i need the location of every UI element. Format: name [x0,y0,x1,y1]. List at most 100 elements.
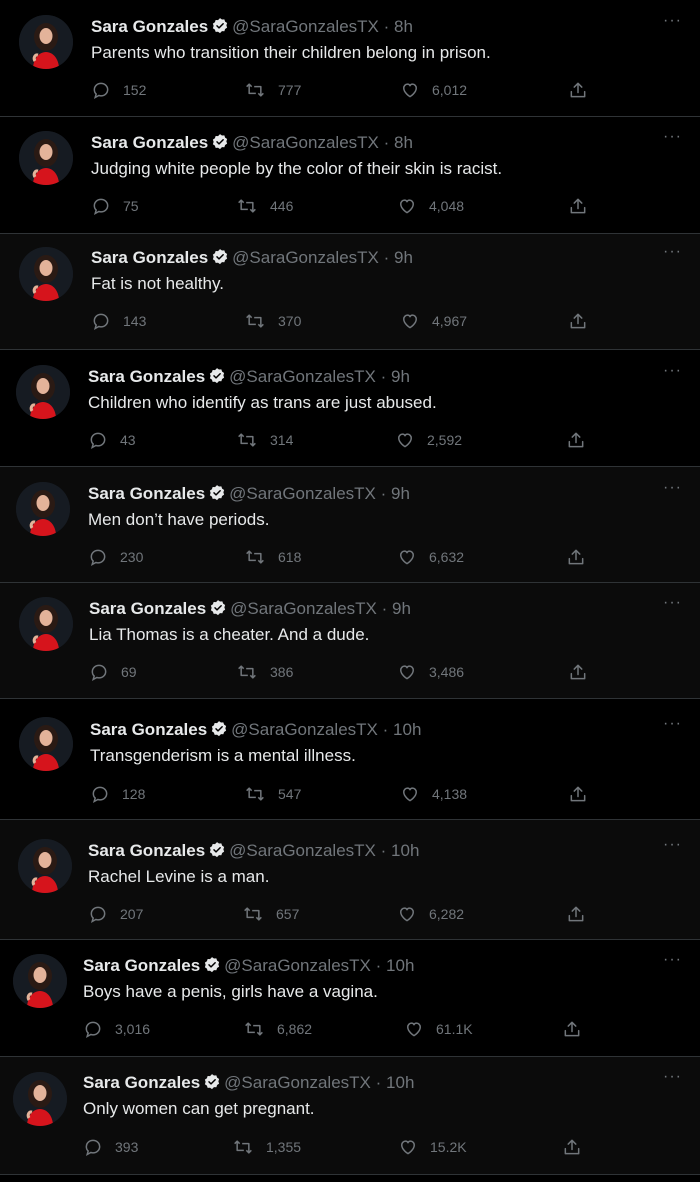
reply-button[interactable]: 230 [88,547,143,567]
retweet-button[interactable]: 777 [244,80,301,100]
tweet-timestamp[interactable]: 9h [392,599,411,618]
reply-button[interactable]: 128 [90,784,145,804]
avatar[interactable] [19,597,73,651]
avatar[interactable] [13,1072,67,1126]
avatar[interactable] [16,482,70,536]
like-button[interactable]: 3,486 [397,662,464,682]
avatar[interactable] [19,247,73,301]
tweet-timestamp[interactable]: 10h [391,841,419,860]
tweet[interactable]: Sara Gonzales @SaraGonzalesTX · 10h ··· Tra… [0,699,700,820]
author-handle[interactable]: @SaraGonzalesTX [229,367,376,386]
like-button[interactable]: 2,592 [395,430,462,450]
tweet[interactable]: Sara Gonzales @SaraGonzalesTX · 9h ··· Lia … [0,583,700,699]
author-name[interactable]: Sara Gonzales [90,720,207,739]
more-options-icon[interactable]: ··· [663,951,682,969]
author-name[interactable]: Sara Gonzales [89,599,206,618]
like-button[interactable]: 6,632 [397,547,464,567]
reply-button[interactable]: 207 [88,904,143,924]
tweet-timestamp[interactable]: 10h [393,720,421,739]
like-button[interactable]: 4,048 [397,196,464,216]
author-handle[interactable]: @SaraGonzalesTX [230,599,377,618]
tweet[interactable]: Sara Gonzales @SaraGonzalesTX · 9h ··· Men … [0,467,700,583]
like-button[interactable]: 4,967 [400,311,467,331]
more-options-icon[interactable]: ··· [663,594,682,612]
author-name[interactable]: Sara Gonzales [88,841,205,860]
retweet-button[interactable]: 314 [236,430,293,450]
like-button[interactable]: 6,282 [397,904,464,924]
like-button[interactable]: 15.2K [398,1137,467,1157]
tweet-timestamp[interactable]: 8h [394,133,413,152]
author-handle[interactable]: @SaraGonzalesTX [224,956,371,975]
share-button[interactable] [568,196,588,216]
retweet-button[interactable]: 1,355 [232,1137,301,1157]
avatar[interactable] [19,131,73,185]
like-button[interactable]: 61.1K [404,1019,473,1039]
reply-button[interactable]: 3,016 [83,1019,150,1039]
author-name[interactable]: Sara Gonzales [88,484,205,503]
more-options-icon[interactable]: ··· [663,479,682,497]
avatar[interactable] [18,839,72,893]
retweet-button[interactable]: 386 [236,662,293,682]
avatar[interactable] [19,717,73,771]
author-handle[interactable]: @SaraGonzalesTX [229,484,376,503]
avatar[interactable] [13,954,67,1008]
share-button[interactable] [568,311,588,331]
more-options-icon[interactable]: ··· [663,1068,682,1086]
avatar[interactable] [16,365,70,419]
tweet[interactable]: Sara Gonzales @SaraGonzalesTX · 10h ··· Rac… [0,820,700,940]
share-button[interactable] [566,430,586,450]
tweet-timestamp[interactable]: 10h [386,1073,414,1092]
retweet-button[interactable]: 370 [244,311,301,331]
more-options-icon[interactable]: ··· [663,12,682,30]
tweet-timestamp[interactable]: 10h [386,956,414,975]
retweet-button[interactable]: 657 [242,904,299,924]
author-handle[interactable]: @SaraGonzalesTX [232,248,379,267]
author-name[interactable]: Sara Gonzales [83,956,200,975]
reply-button[interactable]: 43 [88,430,136,450]
author-name[interactable]: Sara Gonzales [91,248,208,267]
tweet-timestamp[interactable]: 8h [394,17,413,36]
share-button[interactable] [568,784,588,804]
more-options-icon[interactable]: ··· [663,362,682,380]
author-name[interactable]: Sara Gonzales [91,133,208,152]
author-name[interactable]: Sara Gonzales [83,1073,200,1092]
tweet[interactable]: Sara Gonzales @SaraGonzalesTX · 10h ··· Boy… [0,940,700,1057]
author-name[interactable]: Sara Gonzales [88,367,205,386]
author-handle[interactable]: @SaraGonzalesTX [224,1073,371,1092]
author-name[interactable]: Sara Gonzales [91,17,208,36]
share-button[interactable] [568,80,588,100]
more-options-icon[interactable]: ··· [663,243,682,261]
tweet[interactable]: Sara Gonzales @SaraGonzalesTX · 9h ··· Fat … [0,234,700,350]
share-button[interactable] [568,662,588,682]
reply-button[interactable]: 143 [91,311,146,331]
share-button[interactable] [566,547,586,567]
like-button[interactable]: 6,012 [400,80,467,100]
retweet-button[interactable]: 618 [244,547,301,567]
retweet-button[interactable]: 446 [236,196,293,216]
more-options-icon[interactable]: ··· [663,836,682,854]
reply-button[interactable]: 69 [89,662,137,682]
reply-button[interactable]: 393 [83,1137,138,1157]
tweet[interactable]: Sara Gonzales @SaraGonzalesTX · 10h ··· Onl… [0,1057,700,1175]
retweet-button[interactable]: 547 [244,784,301,804]
like-button[interactable]: 4,138 [400,784,467,804]
author-handle[interactable]: @SaraGonzalesTX [229,841,376,860]
tweet-timestamp[interactable]: 9h [391,484,410,503]
tweet-timestamp[interactable]: 9h [394,248,413,267]
more-options-icon[interactable]: ··· [663,128,682,146]
author-handle[interactable]: @SaraGonzalesTX [232,17,379,36]
tweet[interactable]: Sara Gonzales @SaraGonzalesTX · 8h ··· Judg… [0,117,700,234]
tweet[interactable]: Sara Gonzales @SaraGonzalesTX · 8h ··· Pare… [0,0,700,117]
avatar[interactable] [19,15,73,69]
reply-button[interactable]: 152 [91,80,146,100]
share-button[interactable] [562,1137,582,1157]
tweet[interactable]: Sara Gonzales @SaraGonzalesTX · 9h ··· Chil… [0,350,700,467]
share-button[interactable] [562,1019,582,1039]
tweet-timestamp[interactable]: 9h [391,367,410,386]
share-button[interactable] [566,904,586,924]
author-handle[interactable]: @SaraGonzalesTX [231,720,378,739]
retweet-button[interactable]: 6,862 [243,1019,312,1039]
author-handle[interactable]: @SaraGonzalesTX [232,133,379,152]
more-options-icon[interactable]: ··· [663,715,682,733]
reply-button[interactable]: 75 [91,196,139,216]
